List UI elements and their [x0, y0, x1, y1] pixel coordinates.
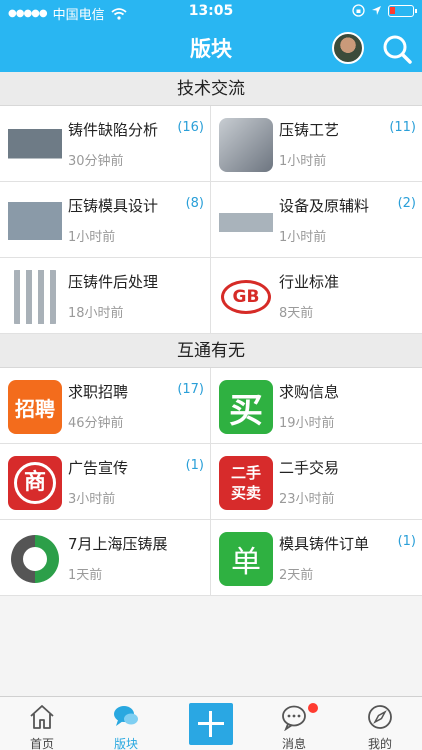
forum-item[interactable]: 单 模具铸件订单 (1) 2天前 [211, 520, 422, 596]
post-count: (11) [389, 120, 416, 135]
tab-label: 我的 [367, 737, 392, 750]
last-update: 23小时前 [279, 492, 335, 507]
tab-profile[interactable]: 我的 [338, 697, 422, 750]
post-count: (17) [177, 382, 204, 397]
forum-name: 求职招聘 [68, 383, 129, 401]
post-processing-thumbnail [8, 270, 62, 324]
last-update: 18小时前 [68, 306, 124, 321]
status-right [352, 4, 417, 17]
order-icon: 单 [219, 532, 273, 586]
second-hand-icon: 二手买卖 [219, 456, 273, 510]
expo-logo [8, 532, 62, 586]
post-count: (8) [185, 196, 204, 211]
message-icon [282, 705, 306, 731]
post-count: (2) [397, 196, 416, 211]
forum-item[interactable]: 压铸件后处理 18小时前 [0, 258, 211, 334]
chat-bubbles-icon [114, 706, 138, 726]
last-update: 1小时前 [279, 154, 327, 169]
forum-grid-tech: 铸件缺陷分析 (16) 30分钟前 压铸工艺 (11) 1小时前 压铸模具设计 … [0, 106, 422, 334]
forum-name: 铸件缺陷分析 [68, 121, 159, 139]
forum-name: 压铸模具设计 [68, 197, 159, 215]
casting-defect-thumbnail [8, 118, 62, 172]
section-header-exchange: 互通有无 [0, 334, 422, 368]
tab-label: 首页 [29, 737, 54, 750]
tab-home[interactable]: 首页 [0, 697, 84, 750]
tab-bar: 首页 版块 消息 我的 [0, 696, 422, 750]
compass-icon [368, 705, 392, 729]
forum-grid-exchange: 招聘 求职招聘 (17) 46分钟前 买 求购信息 19小时前 商 广告宣传 (… [0, 368, 422, 596]
tab-forums[interactable]: 版块 [84, 697, 168, 750]
forum-name: 求购信息 [279, 383, 340, 401]
ad-icon: 商 [8, 456, 62, 510]
forum-item[interactable]: 压铸模具设计 (8) 1小时前 [0, 182, 211, 258]
tab-messages[interactable]: 消息 [252, 697, 336, 750]
last-update: 1小时前 [68, 230, 116, 245]
forum-item[interactable]: 铸件缺陷分析 (16) 30分钟前 [0, 106, 211, 182]
location-icon [372, 6, 381, 15]
recruit-icon: 招聘 [8, 380, 62, 434]
post-count: (1) [185, 458, 204, 473]
forum-item[interactable]: 压铸工艺 (11) 1小时前 [211, 106, 422, 182]
search-icon[interactable] [382, 34, 412, 64]
tab-label: 消息 [281, 737, 306, 750]
forum-item[interactable]: 设备及原辅料 (2) 1小时前 [211, 182, 422, 258]
forum-item[interactable]: 7月上海压铸展 1天前 [0, 520, 211, 596]
last-update: 2天前 [279, 568, 314, 583]
forum-name: 7月上海压铸展 [68, 535, 168, 553]
last-update: 1小时前 [279, 230, 327, 245]
forum-name: 行业标准 [279, 273, 340, 291]
last-update: 46分钟前 [68, 416, 124, 431]
buy-icon: 买 [219, 380, 273, 434]
tab-label: 版块 [113, 737, 138, 750]
last-update: 1天前 [68, 568, 103, 583]
nav-bar: 版块 [0, 24, 422, 72]
post-count: (16) [177, 120, 204, 135]
forum-item[interactable]: 买 求购信息 19小时前 [211, 368, 422, 444]
forum-name: 压铸工艺 [279, 121, 340, 139]
post-button[interactable] [189, 703, 233, 745]
last-update: 8天前 [279, 306, 314, 321]
forum-name: 设备及原辅料 [279, 197, 370, 215]
section-header-tech: 技术交流 [0, 72, 422, 106]
forum-name: 广告宣传 [68, 459, 129, 477]
forum-item[interactable]: GB 行业标准 8天前 [211, 258, 422, 334]
die-casting-process-thumbnail [219, 118, 273, 172]
ad-glyph: 商 [14, 462, 56, 504]
forum-name: 二手交易 [279, 459, 340, 477]
last-update: 30分钟前 [68, 154, 124, 169]
battery-icon [388, 4, 417, 17]
forum-name: 模具铸件订单 [279, 535, 370, 553]
forum-item[interactable]: 商 广告宣传 (1) 3小时前 [0, 444, 211, 520]
gb-standard-logo: GB [219, 270, 273, 324]
avatar[interactable] [332, 32, 364, 64]
forum-item[interactable]: 二手买卖 二手交易 23小时前 [211, 444, 422, 520]
home-icon [30, 705, 54, 729]
forum-name: 压铸件后处理 [68, 273, 159, 291]
status-bar: ●●●●● 中国电信 13:05 [0, 0, 422, 24]
equipment-thumbnail [219, 194, 273, 248]
forum-item[interactable]: 招聘 求职招聘 (17) 46分钟前 [0, 368, 211, 444]
post-count: (1) [397, 534, 416, 549]
rotation-lock-icon [352, 4, 365, 17]
mold-design-thumbnail [8, 194, 62, 248]
notification-badge [308, 703, 318, 713]
last-update: 19小时前 [279, 416, 335, 431]
last-update: 3小时前 [68, 492, 116, 507]
